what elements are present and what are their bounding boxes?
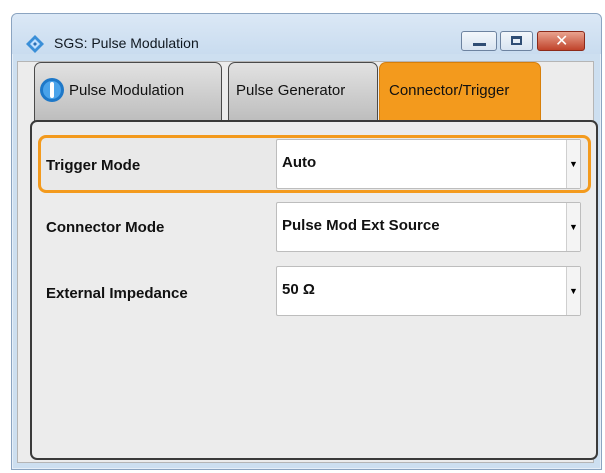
power-status-icon bbox=[40, 78, 64, 102]
tab-label: Connector/Trigger bbox=[389, 82, 510, 99]
external-impedance-value: 50 Ω bbox=[282, 281, 315, 298]
minimize-button[interactable] bbox=[461, 31, 497, 51]
tab-pulse-modulation[interactable]: Pulse Modulation bbox=[34, 62, 222, 121]
external-impedance-select[interactable]: 50 Ω ▼ bbox=[276, 266, 581, 316]
app-icon bbox=[26, 35, 44, 53]
tab-connector-trigger[interactable]: Connector/Trigger bbox=[379, 62, 541, 121]
trigger-mode-label: Trigger Mode bbox=[46, 157, 141, 174]
close-icon: ✕ bbox=[555, 31, 569, 50]
tab-label: Pulse Modulation bbox=[69, 82, 185, 99]
trigger-mode-select[interactable]: Auto ▼ bbox=[276, 139, 581, 189]
connector-mode-value: Pulse Mod Ext Source bbox=[282, 217, 440, 234]
connector-mode-select[interactable]: Pulse Mod Ext Source ▼ bbox=[276, 202, 581, 252]
tab-pulse-generator[interactable]: Pulse Generator bbox=[228, 62, 378, 121]
maximize-button[interactable] bbox=[500, 31, 533, 51]
dropdown-arrow-icon[interactable]: ▼ bbox=[566, 140, 580, 188]
close-button[interactable]: ✕ bbox=[537, 31, 585, 51]
dropdown-arrow-icon[interactable]: ▼ bbox=[566, 267, 580, 315]
connector-mode-label: Connector Mode bbox=[46, 219, 165, 236]
external-impedance-label: External Impedance bbox=[46, 285, 188, 302]
trigger-mode-value: Auto bbox=[282, 154, 317, 171]
tab-label: Pulse Generator bbox=[236, 82, 346, 99]
minimize-icon bbox=[473, 43, 486, 46]
dropdown-arrow-icon[interactable]: ▼ bbox=[566, 203, 580, 251]
window-title: SGS: Pulse Modulation bbox=[54, 35, 199, 51]
maximize-icon bbox=[511, 36, 522, 45]
